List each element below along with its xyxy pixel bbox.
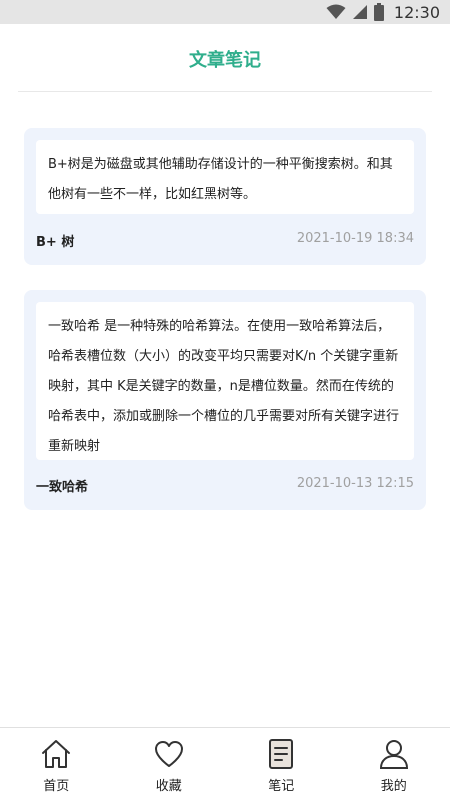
note-content: 一致哈希 是一种特殊的哈希算法。在使用一致哈希算法后，哈希表槽位数（大小）的改变… xyxy=(36,302,414,460)
status-icons: 12:30 xyxy=(326,2,440,22)
tab-label: 首页 xyxy=(43,779,70,794)
tab-notes[interactable]: 笔记 xyxy=(225,728,338,800)
note-timestamp: 2021-10-13 12:15 xyxy=(296,476,414,491)
tab-favorites[interactable]: 收藏 xyxy=(113,728,226,800)
note-icon xyxy=(269,739,294,769)
note-title: B+ 树 xyxy=(36,235,75,250)
note-title: 一致哈希 xyxy=(36,480,89,495)
tab-profile[interactable]: 我的 xyxy=(338,728,450,800)
battery-icon xyxy=(373,3,384,21)
note-content: B+树是为磁盘或其他辅助存储设计的一种平衡搜索树。和其他树有一些不一样，比如红黑… xyxy=(36,140,414,214)
tab-label: 我的 xyxy=(380,779,407,794)
user-icon xyxy=(379,740,408,769)
note-card[interactable]: B+树是为磁盘或其他辅助存储设计的一种平衡搜索树。和其他树有一些不一样，比如红黑… xyxy=(24,128,426,265)
note-timestamp: 2021-10-19 18:34 xyxy=(296,231,414,246)
home-icon xyxy=(42,740,71,768)
tab-home[interactable]: 首页 xyxy=(0,728,113,800)
header-divider xyxy=(18,91,432,92)
status-time: 12:30 xyxy=(393,2,440,22)
page-title: 文章笔记 xyxy=(189,50,261,71)
tab-label: 笔记 xyxy=(268,779,295,794)
note-card[interactable]: 一致哈希 是一种特殊的哈希算法。在使用一致哈希算法后，哈希表槽位数（大小）的改变… xyxy=(24,290,426,510)
heart-icon xyxy=(154,741,183,767)
header: 文章笔记 xyxy=(0,24,450,92)
tab-bar: 首页 收藏 笔记 我的 xyxy=(0,727,450,800)
status-bar: 12:30 xyxy=(0,0,450,24)
wifi-icon xyxy=(326,4,346,19)
signal-icon xyxy=(352,5,367,19)
tab-label: 收藏 xyxy=(155,779,182,794)
